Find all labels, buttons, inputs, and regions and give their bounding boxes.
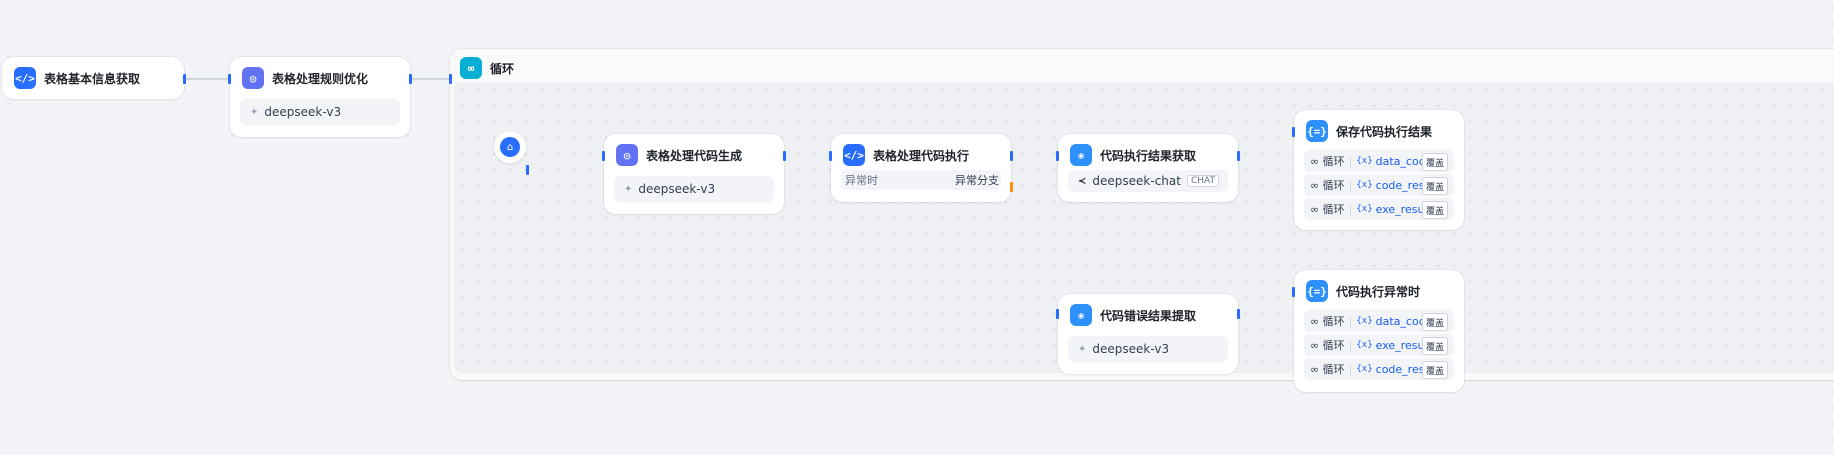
overwrite-tag: 覆盖 <box>1421 361 1448 379</box>
variable-icon: {x} <box>1356 180 1373 190</box>
overwrite-tag: 覆盖 <box>1421 201 1448 219</box>
input-handle[interactable] <box>602 151 605 161</box>
model-mode-badge: CHAT <box>1186 175 1219 187</box>
llm-icon: ◎ <box>242 67 264 89</box>
loop-scope: ∞ 循环 <box>1310 363 1345 376</box>
loop-scope: ∞ 循环 <box>1310 155 1345 168</box>
exception-label: 异常时 <box>845 174 878 187</box>
node-title: 代码错误结果提取 <box>1100 308 1197 323</box>
output-handle[interactable] <box>409 74 412 84</box>
home-icon: ⌂ <box>500 137 520 157</box>
llm-icon: ❀ <box>1070 144 1092 166</box>
node-title: 循环 <box>490 61 515 76</box>
input-handle[interactable] <box>1292 127 1295 137</box>
node-exec-exception[interactable]: {=} 代码执行异常时 ∞ 循环 | {x} data_code 覆盖 ∞ 循环 |… <box>1292 270 1464 392</box>
start-output-handle[interactable] <box>526 165 529 175</box>
loop-scope: ∞ 循环 <box>1310 203 1345 216</box>
node-title: 表格处理代码生成 <box>646 148 743 163</box>
variable-row[interactable]: ∞ 循环 | {x} exe_result 覆盖 <box>1304 334 1454 356</box>
overwrite-tag: 覆盖 <box>1421 153 1448 171</box>
loop-start-node[interactable]: ⌂ <box>494 131 526 163</box>
llm-icon: ◎ <box>616 144 638 166</box>
node-title: 表格处理规则优化 <box>272 71 369 86</box>
loop-scope: ∞ 循环 <box>1310 179 1345 192</box>
node-save-result[interactable]: {=} 保存代码执行结果 ∞ 循环 | {x} data_code 覆盖 ∞ 循环… <box>1292 110 1464 230</box>
model-selector[interactable]: ✦ deepseek-v3 <box>240 99 400 125</box>
variable-icon: {x} <box>1356 204 1373 214</box>
node-table-info[interactable]: </> 表格基本信息获取 <box>2 57 186 99</box>
loop-scope: ∞ 循环 <box>1310 339 1345 352</box>
input-handle[interactable] <box>1056 151 1059 161</box>
variable-row[interactable]: ∞ 循环 | {x} code_result 覆盖 <box>1304 358 1454 380</box>
model-icon: ✦ <box>250 106 259 118</box>
input-handle[interactable] <box>228 74 231 84</box>
node-error-extract[interactable]: ❀ 代码错误结果提取 ✦ deepseek-v3 <box>1056 294 1240 374</box>
input-handle[interactable] <box>829 151 832 161</box>
node-title: 代码执行结果获取 <box>1100 148 1197 163</box>
model-selector[interactable]: ✦ deepseek-v3 <box>1068 336 1228 362</box>
node-title: 表格基本信息获取 <box>44 71 141 86</box>
model-icon: ✦ <box>624 183 633 195</box>
exception-branch-label: 异常分支 <box>955 174 999 187</box>
model-name: deepseek-chat <box>1092 174 1181 188</box>
variable-row[interactable]: ∞ 循环 | {x} data_code 覆盖 <box>1304 150 1454 172</box>
output-handle[interactable] <box>1237 151 1240 161</box>
code-icon: </> <box>843 144 865 166</box>
overwrite-tag: 覆盖 <box>1421 177 1448 195</box>
output-handle[interactable] <box>1010 151 1013 161</box>
deepseek-icon: ≺ <box>1078 175 1087 187</box>
node-title: 保存代码执行结果 <box>1336 124 1433 139</box>
node-title: 表格处理代码执行 <box>873 148 970 163</box>
variable-row[interactable]: ∞ 循环 | {x} code_result 覆盖 <box>1304 174 1454 196</box>
model-icon: ✦ <box>1078 343 1087 355</box>
assign-icon: {=} <box>1306 280 1328 302</box>
node-rule-optimize[interactable]: ◎ 表格处理规则优化 ✦ deepseek-v3 <box>228 57 412 137</box>
variable-icon: {x} <box>1356 156 1373 166</box>
output-handle[interactable] <box>183 74 186 84</box>
loop-icon: ∞ <box>460 57 482 79</box>
variable-row[interactable]: ∞ 循环 | {x} data_code 覆盖 <box>1304 310 1454 332</box>
assign-icon: {=} <box>1306 120 1328 142</box>
model-name: deepseek-v3 <box>1092 342 1170 356</box>
model-selector[interactable]: ✦ deepseek-v3 <box>614 176 774 202</box>
overwrite-tag: 覆盖 <box>1421 337 1448 355</box>
output-handle[interactable] <box>1237 309 1240 319</box>
model-selector[interactable]: ≺ deepseek-chat CHAT <box>1068 170 1228 192</box>
output-handle[interactable] <box>783 151 786 161</box>
input-handle[interactable] <box>1292 287 1295 297</box>
exception-branch-row: 异常时 异常分支 <box>841 170 1001 190</box>
node-code-execute[interactable]: </> 表格处理代码执行 异常时 异常分支 <box>829 134 1013 202</box>
overwrite-tag: 覆盖 <box>1421 313 1448 331</box>
loop-input-handle[interactable] <box>449 74 452 84</box>
node-code-generate[interactable]: ◎ 表格处理代码生成 ✦ deepseek-v3 <box>602 134 786 214</box>
node-title: 代码执行异常时 <box>1336 284 1421 299</box>
loop-scope: ∞ 循环 <box>1310 315 1345 328</box>
variable-icon: {x} <box>1356 364 1373 374</box>
llm-icon: ❀ <box>1070 304 1092 326</box>
variable-icon: {x} <box>1356 316 1373 326</box>
model-name: deepseek-v3 <box>264 105 342 119</box>
code-icon: </> <box>14 67 36 89</box>
input-handle[interactable] <box>1056 309 1059 319</box>
node-exec-result[interactable]: ❀ 代码执行结果获取 ≺ deepseek-chat CHAT <box>1056 134 1240 202</box>
exception-handle[interactable] <box>1010 182 1013 192</box>
model-name: deepseek-v3 <box>638 182 716 196</box>
variable-row[interactable]: ∞ 循环 | {x} exe_result 覆盖 <box>1304 198 1454 220</box>
variable-icon: {x} <box>1356 340 1373 350</box>
